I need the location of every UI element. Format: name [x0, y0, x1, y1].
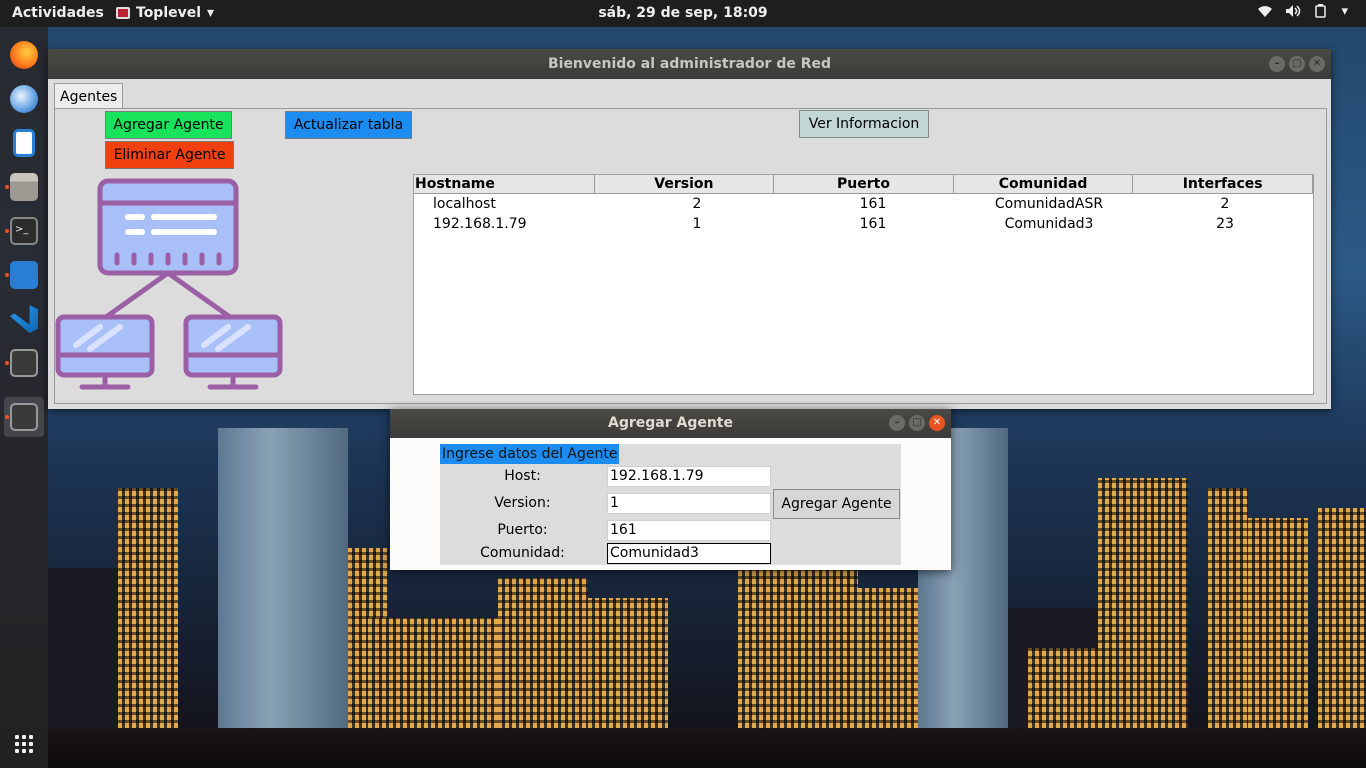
maximize-icon[interactable]: □: [909, 415, 925, 431]
show-applications-button[interactable]: [4, 724, 44, 764]
tk-app-icon: [10, 349, 38, 377]
tk-app-launcher-active[interactable]: [4, 397, 44, 437]
minimize-icon[interactable]: –: [889, 415, 905, 431]
close-icon[interactable]: ✕: [929, 415, 945, 431]
column-header-version[interactable]: Version: [594, 175, 775, 194]
maximize-icon[interactable]: □: [1289, 56, 1305, 72]
community-input[interactable]: Comunidad3: [607, 543, 771, 564]
firefox-icon: [10, 41, 38, 69]
system-tray[interactable]: ▾: [1257, 4, 1348, 22]
dock: >_: [0, 27, 48, 768]
system-monitor-icon: [10, 261, 38, 289]
tk-app-launcher[interactable]: [4, 343, 44, 383]
vscode-icon: [10, 305, 38, 333]
thunderbird-launcher[interactable]: [4, 79, 44, 119]
table-row[interactable]: localhost 2 161 ComunidadASR 2: [414, 194, 1313, 214]
cell-port: 161: [859, 216, 887, 232]
wifi-icon: [1257, 4, 1273, 22]
tk-app-icon: [10, 403, 38, 431]
view-info-button[interactable]: Ver Informacion: [799, 110, 929, 138]
document-icon: [13, 129, 35, 157]
running-indicator: [5, 185, 9, 189]
main-window-titlebar[interactable]: Bienvenido al administrador de Red – □ ✕: [48, 49, 1331, 79]
column-header-interfaces[interactable]: Interfaces: [1133, 175, 1313, 194]
refresh-table-button[interactable]: Actualizar tabla: [285, 111, 412, 139]
running-indicator: [5, 415, 9, 419]
version-label: Version:: [494, 495, 551, 511]
chevron-down-icon: ▾: [1341, 4, 1348, 19]
cell-version: 2: [692, 196, 702, 212]
battery-icon: [1313, 4, 1329, 22]
system-monitor-launcher[interactable]: [4, 255, 44, 295]
cell-community: Comunidad3: [1004, 216, 1094, 232]
cell-hostname: localhost: [433, 196, 496, 212]
terminal-launcher[interactable]: >_: [4, 211, 44, 251]
tab-agentes[interactable]: Agentes: [54, 83, 124, 109]
files-launcher[interactable]: [4, 167, 44, 207]
window-title: Bienvenido al administrador de Red: [547, 56, 832, 72]
dialog-titlebar[interactable]: Agregar Agente – □ ✕: [390, 409, 951, 438]
column-header-community[interactable]: Comunidad: [953, 175, 1134, 194]
table-header: Hostname Version Puerto Comunidad Interf…: [414, 175, 1313, 194]
community-label: Comunidad:: [480, 545, 565, 561]
cell-interfaces: 2: [1220, 196, 1230, 212]
close-icon[interactable]: ✕: [1309, 56, 1325, 72]
volume-icon: [1285, 4, 1301, 22]
cell-interfaces: 23: [1216, 216, 1234, 232]
running-indicator: [5, 229, 9, 233]
column-header-port[interactable]: Puerto: [774, 175, 954, 194]
running-indicator: [5, 361, 9, 365]
dialog-title: Agregar Agente: [607, 415, 733, 431]
agent-form: Ingrese datos del Agente Host: 192.168.1…: [440, 444, 901, 565]
add-agent-button[interactable]: Agregar Agente: [105, 111, 232, 139]
clock[interactable]: sáb, 29 de sep, 18:09: [0, 5, 1366, 21]
host-input[interactable]: 192.168.1.79: [607, 466, 771, 487]
minimize-icon[interactable]: –: [1269, 56, 1285, 72]
version-input[interactable]: 1: [607, 493, 771, 514]
thunderbird-icon: [10, 85, 38, 113]
cell-community: ComunidadASR: [994, 196, 1104, 212]
cell-hostname: 192.168.1.79: [433, 216, 527, 232]
terminal-icon: >_: [10, 217, 38, 245]
column-header-hostname[interactable]: Hostname: [414, 175, 595, 194]
running-indicator: [5, 273, 9, 277]
table-row[interactable]: 192.168.1.79 1 161 Comunidad3 23: [414, 214, 1313, 234]
app-grid-icon: [15, 735, 33, 753]
port-label: Puerto:: [497, 522, 548, 538]
top-bar: Actividades Toplevel ▾ sáb, 29 de sep, 1…: [0, 0, 1366, 27]
folder-icon: [10, 173, 38, 201]
form-title: Ingrese datos del Agente: [440, 444, 620, 464]
firefox-launcher[interactable]: [4, 35, 44, 75]
submit-agent-button[interactable]: Agregar Agente: [773, 489, 900, 519]
port-input[interactable]: 161: [607, 520, 771, 541]
main-window: Bienvenido al administrador de Red – □ ✕…: [48, 49, 1331, 409]
host-label: Host:: [504, 468, 541, 484]
cell-version: 1: [692, 216, 702, 232]
cell-port: 161: [859, 196, 887, 212]
delete-agent-button[interactable]: Eliminar Agente: [105, 141, 234, 169]
network-diagram-icon: [55, 178, 283, 390]
vscode-launcher[interactable]: [4, 299, 44, 339]
agents-table[interactable]: Hostname Version Puerto Comunidad Interf…: [413, 174, 1314, 395]
writer-launcher[interactable]: [4, 123, 44, 163]
add-agent-dialog: Agregar Agente – □ ✕ Ingrese datos del A…: [390, 409, 951, 570]
